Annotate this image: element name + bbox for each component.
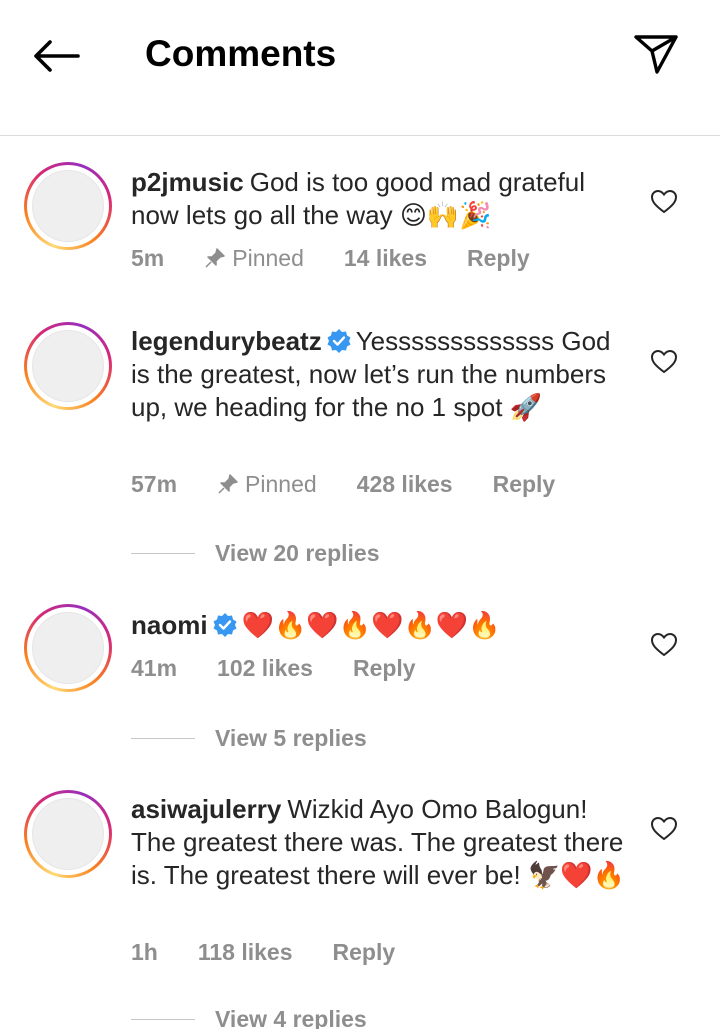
comment-emojis: ❤️🔥❤️🔥❤️🔥❤️🔥: [241, 611, 501, 641]
reply-button[interactable]: Reply: [493, 471, 556, 498]
view-replies-button[interactable]: View 20 replies: [131, 537, 380, 569]
divider: [131, 552, 195, 554]
comment-time: 57m: [131, 470, 178, 497]
view-replies-button[interactable]: View 4 replies: [131, 1003, 367, 1029]
comment-time: 5m: [131, 244, 165, 271]
avatar[interactable]: [24, 162, 112, 250]
divider: [131, 1018, 195, 1020]
comment-time: 41m: [131, 654, 178, 681]
verified-badge-icon: [213, 613, 237, 637]
comment-meta: 57m Pinned 428 likes Reply: [131, 468, 595, 500]
comment-emojis: 😊🙌🎉: [399, 201, 492, 231]
likes-count[interactable]: 102 likes: [217, 655, 313, 682]
view-replies-button[interactable]: View 5 replies: [131, 722, 367, 754]
comment-body: naomi ❤️🔥❤️🔥❤️🔥❤️🔥: [131, 609, 631, 643]
comment-meta: 1h 118 likes Reply: [131, 936, 435, 968]
arrow-left-icon: [34, 40, 80, 72]
pinned-label: Pinned: [204, 245, 304, 272]
page-title: Comments: [145, 33, 337, 74]
pinned-label: Pinned: [217, 471, 317, 498]
back-button[interactable]: [28, 32, 84, 80]
comment-username[interactable]: asiwajulerry: [131, 794, 281, 824]
pin-icon: [205, 248, 225, 268]
comment-meta: 41m 102 likes Reply: [131, 652, 456, 684]
header: Comments: [0, 0, 720, 136]
heart-icon[interactable]: [650, 815, 678, 843]
share-button[interactable]: [630, 28, 682, 80]
likes-count[interactable]: 14 likes: [344, 245, 427, 272]
avatar[interactable]: [24, 322, 112, 410]
avatar[interactable]: [24, 604, 112, 692]
comment-body: p2jmusic God is too good mad grateful now…: [131, 166, 631, 233]
pin-icon: [218, 474, 238, 494]
comment-body: asiwajulerry Wizkid Ayo Omo Balogun! The …: [131, 793, 631, 893]
reply-button[interactable]: Reply: [333, 939, 396, 966]
verified-badge-icon: [327, 329, 351, 353]
divider: [131, 737, 195, 739]
comment-meta: 5m Pinned 14 likes Reply: [131, 242, 570, 274]
heart-icon[interactable]: [650, 631, 678, 659]
heart-icon[interactable]: [650, 348, 678, 376]
comment-username[interactable]: naomi: [131, 610, 208, 640]
likes-count[interactable]: 118 likes: [198, 939, 293, 966]
comment-username[interactable]: p2jmusic: [131, 167, 244, 197]
likes-count[interactable]: 428 likes: [357, 471, 453, 498]
comment-time: 1h: [131, 938, 158, 965]
reply-button[interactable]: Reply: [353, 655, 416, 682]
comment-body: legendurybeatz Yesssssssssssss God is the…: [131, 325, 631, 425]
avatar[interactable]: [24, 790, 112, 878]
reply-button[interactable]: Reply: [467, 245, 530, 272]
comment-username[interactable]: legendurybeatz: [131, 326, 322, 356]
heart-icon[interactable]: [650, 188, 678, 216]
comment-emojis: 🚀: [509, 393, 543, 423]
comment-emojis: 🦅❤️🔥: [527, 861, 626, 891]
paper-plane-icon: [634, 35, 678, 74]
